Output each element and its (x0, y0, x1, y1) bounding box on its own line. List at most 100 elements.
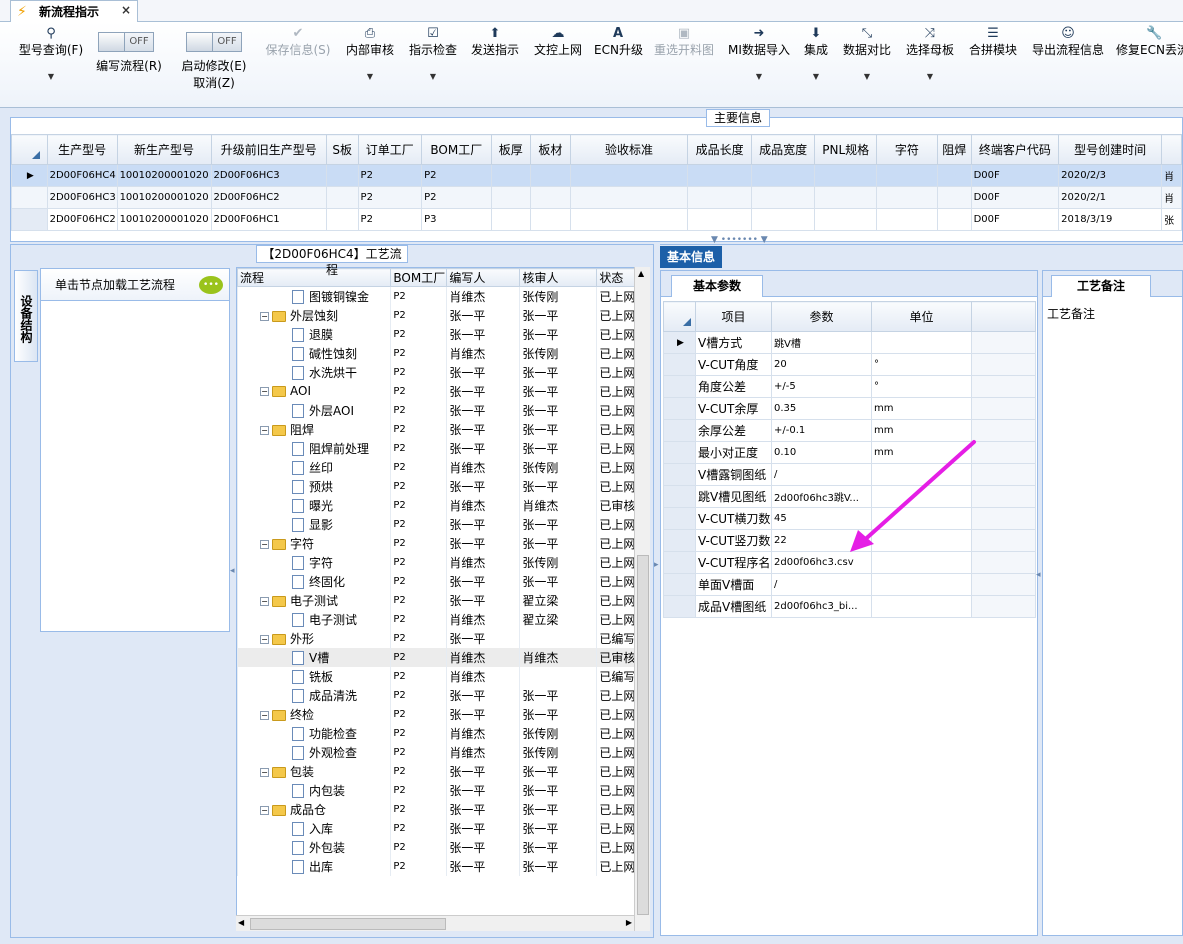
collapse-icon[interactable]: − (260, 767, 269, 777)
row-indicator[interactable] (663, 419, 696, 442)
tree-group-row[interactable]: − 终检 P2 张一平 张一平 已上网 (237, 704, 649, 724)
collapse-icon[interactable]: − (260, 311, 269, 321)
merge-module-button[interactable]: ☰ 合拼模块 (966, 26, 1020, 58)
tree-node[interactable]: − 成品仓 (237, 799, 391, 819)
tree-node[interactable]: 功能检查 (237, 723, 391, 743)
chevron-down-icon[interactable]: ▼ (726, 70, 792, 84)
table-cell[interactable] (325, 164, 359, 187)
column-header[interactable]: 板材 (530, 134, 571, 165)
tree-node[interactable]: 外包装 (237, 837, 391, 857)
collapse-icon[interactable]: − (260, 539, 269, 549)
chat-bubble-icon[interactable]: ••• (199, 276, 223, 294)
tree-node[interactable]: 预烘 (237, 476, 391, 496)
column-header[interactable]: BOM工厂 (421, 134, 492, 165)
params-row[interactable]: 成品V槽图纸 2d00f06hc3_bi... (663, 595, 1036, 618)
table-cell[interactable]: 肖 (1161, 186, 1182, 209)
column-header[interactable]: 订单工厂 (357, 134, 423, 165)
column-header[interactable]: 核审人 (519, 268, 598, 287)
table-cell[interactable] (530, 208, 571, 231)
chevron-down-icon[interactable]: ▼ (840, 70, 894, 84)
table-cell[interactable]: P2 (357, 164, 423, 187)
params-cell-param[interactable]: / (771, 573, 872, 596)
splitter-grip[interactable]: ◂ (1036, 570, 1041, 580)
tab-equipment-structure[interactable]: 设备结构 (14, 270, 38, 362)
collapse-icon[interactable]: − (260, 634, 269, 644)
tree-node[interactable]: 曝光 (237, 495, 391, 515)
tree-node[interactable]: 成品清洗 (237, 685, 391, 705)
tree-group-row[interactable]: − 字符 P2 张一平 张一平 已上网 (237, 533, 649, 553)
params-row[interactable]: ▶ V槽方式 跳V槽 (663, 331, 1036, 354)
table-cell[interactable]: 2D00F06HC3 (210, 164, 327, 187)
tree-leaf-row[interactable]: 外层AOI P2 张一平 张一平 已上网 (237, 400, 649, 420)
tree-leaf-row[interactable]: 功能检查 P2 肖维杰 张传刚 已上网 (237, 723, 649, 743)
column-header[interactable]: 升级前旧生产型号 (210, 134, 327, 165)
scroll-left-icon[interactable]: ◀ (238, 918, 244, 927)
row-indicator[interactable]: ▶ (11, 164, 48, 187)
vertical-scrollbar[interactable]: ▲ (634, 267, 650, 931)
tree-group-row[interactable]: − 外形 P2 张一平 已编写 (237, 628, 649, 648)
row-indicator[interactable] (663, 485, 696, 508)
save-info-button[interactable]: ✔ 保存信息(S) (262, 26, 334, 58)
table-cell[interactable]: 2D00F06HC4 (46, 164, 118, 187)
tree-leaf-row[interactable]: 外包装 P2 张一平 张一平 已上网 (237, 837, 649, 857)
table-row[interactable]: 2D00F06HC2 10010200001020 2D00F06HC1 P2 P3 D0… (11, 208, 1182, 231)
instruction-check-button[interactable]: ☑ 指示检查 ▼ (406, 26, 460, 84)
table-cell[interactable] (569, 164, 689, 187)
splitter-grip[interactable]: ▸ (654, 560, 659, 570)
params-row[interactable]: 单面V槽面 / (663, 573, 1036, 596)
repair-ecn-button[interactable]: 🔧 修复ECN丢流 (1116, 26, 1183, 58)
tree-leaf-row[interactable]: 水洗烘干 P2 张一平 张一平 已上网 (237, 362, 649, 382)
tree-node[interactable]: 碱性蚀刻 (237, 343, 391, 363)
table-cell[interactable] (750, 186, 816, 209)
params-row[interactable]: V-CUT角度 20 ° (663, 353, 1036, 376)
tree-node[interactable]: V槽 (237, 647, 391, 667)
tree-node[interactable]: − 外层蚀刻 (237, 305, 391, 325)
tree-node[interactable]: − AOI (237, 381, 391, 401)
tree-node[interactable]: 水洗烘干 (237, 362, 391, 382)
tree-node[interactable]: 电子测试 (237, 609, 391, 629)
tab-basic-info[interactable]: 基本信息 (660, 246, 722, 268)
table-cell[interactable] (876, 164, 938, 187)
table-cell[interactable] (687, 186, 752, 209)
table-cell[interactable]: 2018/3/19 (1058, 208, 1163, 231)
column-header[interactable]: 成品宽度 (750, 134, 816, 165)
tree-node[interactable]: − 终检 (237, 704, 391, 724)
tree-leaf-row[interactable]: 丝印 P2 肖维杰 张传刚 已上网 (237, 457, 649, 477)
table-cell[interactable] (569, 208, 689, 231)
table-cell[interactable]: D00F (970, 208, 1060, 231)
tree-node[interactable]: − 包装 (237, 761, 391, 781)
params-cell-param[interactable]: +/-5 (771, 375, 872, 398)
table-cell[interactable]: P2 (421, 186, 492, 209)
table-cell[interactable] (569, 186, 689, 209)
params-row[interactable]: V-CUT余厚 0.35 mm (663, 397, 1036, 420)
column-header[interactable]: 板厚 (490, 134, 532, 165)
params-cell-param[interactable]: 20 (771, 353, 872, 376)
table-cell[interactable]: 张 (1161, 208, 1182, 231)
tree-leaf-row[interactable]: 终固化 P2 张一平 张一平 已上网 (237, 571, 649, 591)
chevron-down-icon[interactable]: ▼ (902, 70, 958, 84)
table-cell[interactable]: D00F (970, 186, 1060, 209)
table-cell[interactable] (936, 164, 972, 187)
tree-leaf-row[interactable]: 阻焊前处理 P2 张一平 张一平 已上网 (237, 438, 649, 458)
table-cell[interactable] (936, 186, 972, 209)
table-cell[interactable] (325, 208, 359, 231)
tree-group-row[interactable]: − AOI P2 张一平 张一平 已上网 (237, 381, 649, 401)
tree-node[interactable]: − 电子测试 (237, 590, 391, 610)
tree-leaf-row[interactable]: 成品清洗 P2 张一平 张一平 已上网 (237, 685, 649, 705)
column-header[interactable]: 成品长度 (687, 134, 752, 165)
tree-group-row[interactable]: − 电子测试 P2 张一平 翟立梁 已上网 (237, 590, 649, 610)
tree-node[interactable]: − 字符 (237, 533, 391, 553)
tree-node[interactable]: 内包装 (237, 780, 391, 800)
select-master-board-button[interactable]: ⤨ 选择母板 ▼ (902, 26, 958, 84)
tree-node[interactable]: − 外形 (237, 628, 391, 648)
tree-group-row[interactable]: − 外层蚀刻 P2 张一平 张一平 已上网 (237, 305, 649, 325)
table-cell[interactable] (876, 186, 938, 209)
tree-node[interactable]: 终固化 (237, 571, 391, 591)
column-header[interactable]: 项目 (695, 301, 772, 332)
tree-leaf-row[interactable]: 显影 P2 张一平 张一平 已上网 (237, 514, 649, 534)
table-cell[interactable] (814, 186, 878, 209)
tree-leaf-row[interactable]: 内包装 P2 张一平 张一平 已上网 (237, 780, 649, 800)
table-cell[interactable] (750, 164, 816, 187)
column-header[interactable]: 参数 (771, 301, 872, 332)
table-cell[interactable] (687, 208, 752, 231)
